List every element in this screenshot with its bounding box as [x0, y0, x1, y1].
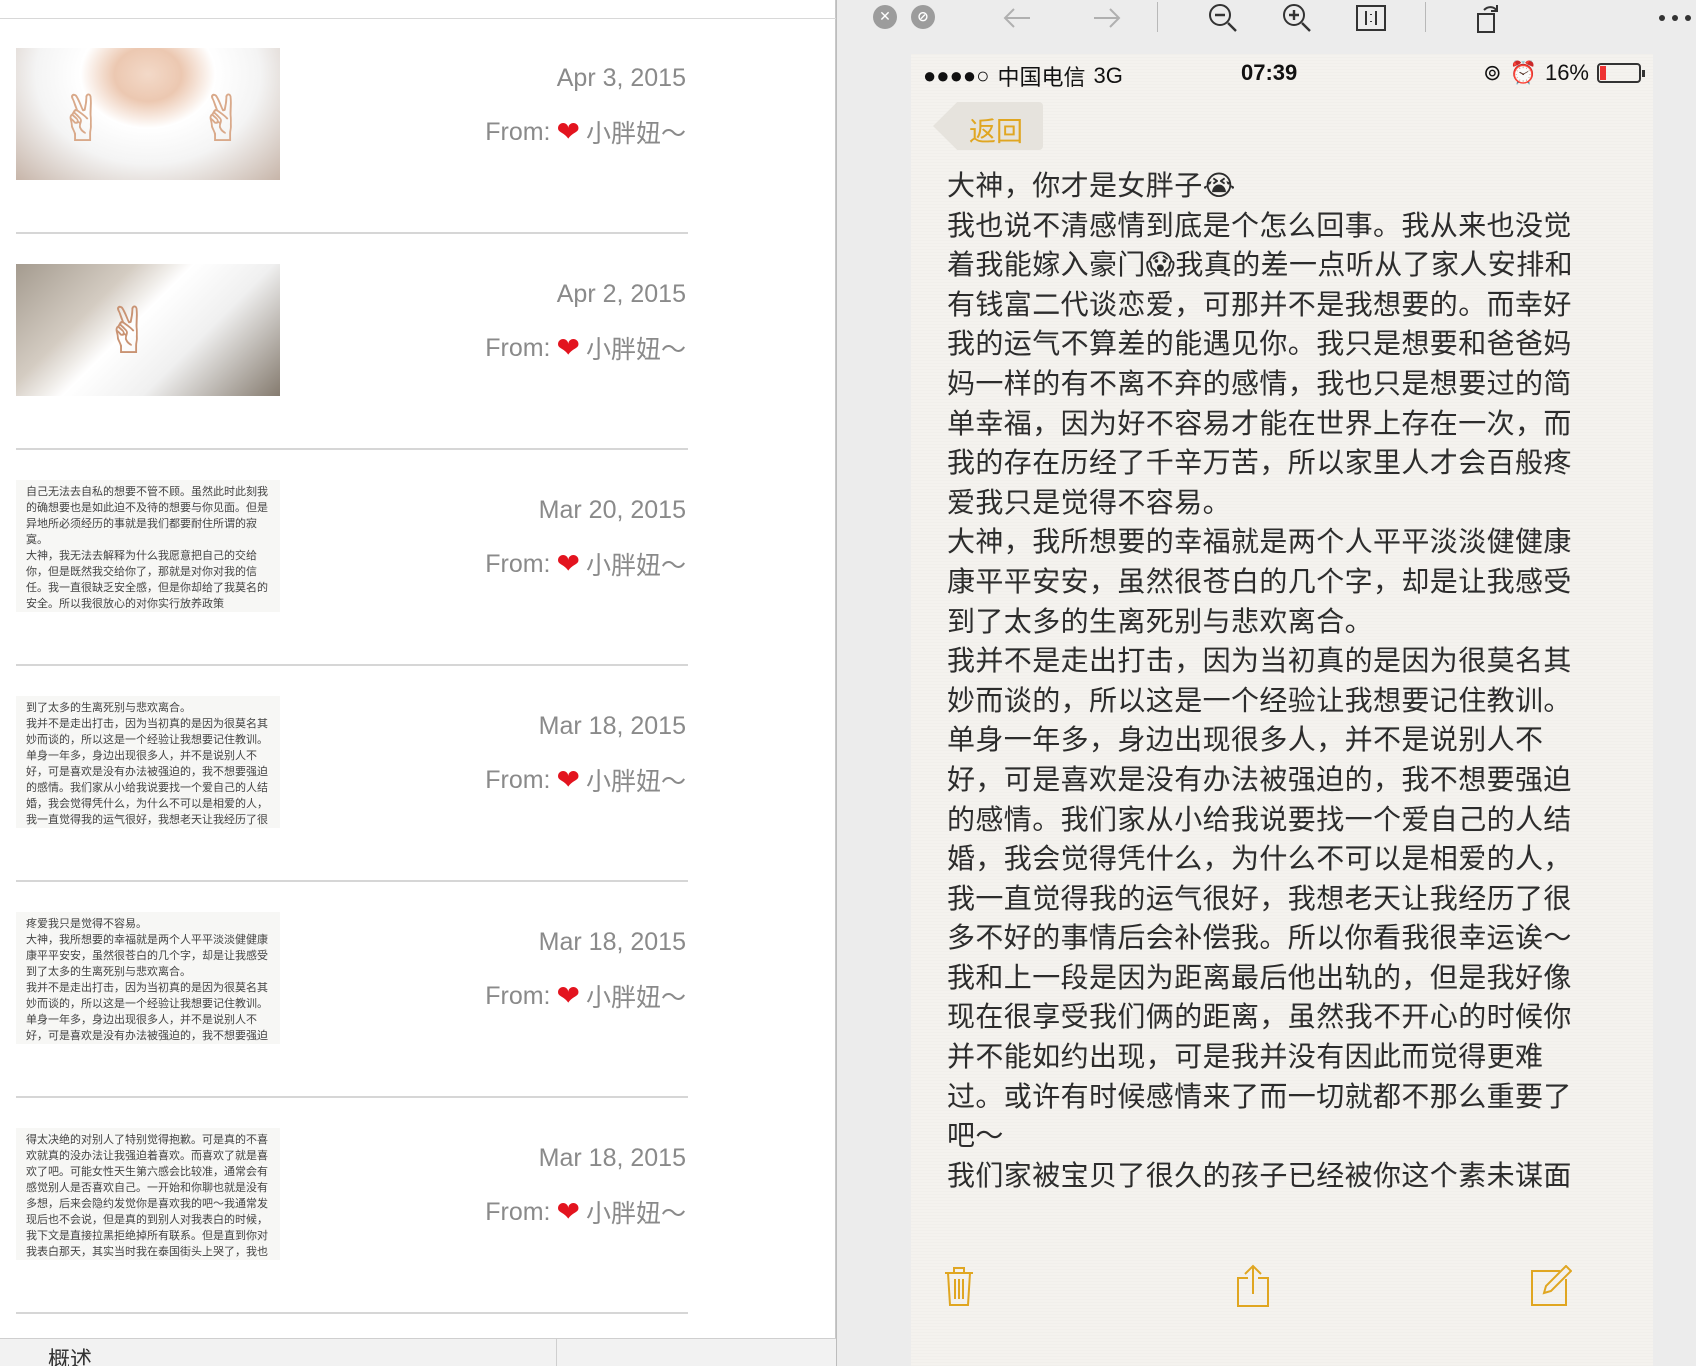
- carrier-label: 中国电信: [997, 65, 1086, 90]
- preview-toolbar: ✕ ⊘: [837, 0, 1696, 36]
- status-bar: ●●●●○ 中国电信 3G 07:39 ⊚ ⏰ 16%: [911, 54, 1653, 90]
- note-paragraph: 大神，你才是女胖子😭: [947, 169, 1236, 202]
- from-label: From:: [485, 765, 551, 794]
- photo-thumbnail: ✌: [16, 264, 280, 396]
- text-thumbnail: 疼爱我只是觉得不容易。 大神，我所想要的幸福就是两个人平平淡淡健健康 康平平安安…: [16, 912, 280, 1044]
- text-thumbnail: 得太决绝的对别人了特别觉得抱歉。可是真的不喜 欢就真的没办法让我强迫着喜欢。而喜…: [16, 1128, 280, 1260]
- list-item[interactable]: 自己无法去自私的想要不管不顾。虽然此时此刻我 的确想要也是如此迫不及待的想要与你…: [0, 450, 700, 666]
- battery-percent: 16%: [1544, 60, 1589, 85]
- phone-screenshot: ●●●●○ 中国电信 3G 07:39 ⊚ ⏰ 16% 返回 大神，你才是女胖子…: [911, 54, 1653, 1366]
- thumbnail-text: 到了太多的生离死别与悲欢离合。 我并不是走出打击，因为当初真的是因为很莫名其 妙…: [26, 701, 268, 826]
- from-label: From:: [485, 549, 551, 578]
- list-item[interactable]: 到了太多的生离死别与悲欢离合。 我并不是走出打击，因为当初真的是因为很莫名其 妙…: [0, 666, 700, 882]
- message-date: Apr 2, 2015: [556, 280, 686, 308]
- photo-thumbnail: ✌ ✌: [16, 48, 280, 180]
- message-date: Mar 18, 2015: [538, 712, 686, 740]
- rotate-icon[interactable]: [1469, 2, 1509, 34]
- thumbnail-text: 疼爱我只是觉得不容易。 大神，我所想要的幸福就是两个人平平淡淡健健康 康平平安安…: [26, 917, 268, 1042]
- note-content: 大神，你才是女胖子😭 我也说不清感情到底是个怎么回事。我从来也没觉着我能嫁入豪门…: [947, 166, 1587, 1195]
- note-paragraph: 大神，我所想要的幸福就是两个人平平淡淡健健康康平平安安，虽然很苍白的几个字，却是…: [947, 525, 1572, 638]
- actual-size-icon[interactable]: [1351, 2, 1391, 34]
- battery-icon: [1597, 63, 1645, 83]
- thumbnail-text: 得太决绝的对别人了特别觉得抱歉。可是真的不喜 欢就真的没办法让我强迫着喜欢。而喜…: [26, 1133, 268, 1258]
- status-left: ●●●●○ 中国电信 3G: [923, 60, 1123, 92]
- sender-name: 小胖妞～: [585, 336, 686, 364]
- text-thumbnail: 自己无法去自私的想要不管不顾。虽然此时此刻我 的确想要也是如此迫不及待的想要与你…: [16, 480, 280, 612]
- alarm-icon: ⏰: [1509, 60, 1537, 85]
- forward-arrow-icon[interactable]: [1087, 2, 1127, 34]
- sender-name: 小胖妞～: [585, 552, 686, 580]
- from-label: From:: [485, 981, 551, 1010]
- back-button-label: 返回: [969, 117, 1023, 148]
- bottom-bar-divider: [556, 1339, 557, 1366]
- minimize-icon[interactable]: ⊘: [911, 5, 935, 29]
- status-time: 07:39: [1241, 60, 1298, 85]
- toolbar-divider: [1425, 2, 1426, 32]
- sender-name: 小胖妞～: [585, 120, 686, 148]
- message-sender: From: ❤ 小胖妞～: [485, 978, 686, 1014]
- compose-icon[interactable]: [1527, 1262, 1575, 1310]
- battery-fill: [1600, 66, 1606, 80]
- image-preview-window: ✕ ⊘ ●●●●○ 中国电信 3G 07:39 ⊚ ⏰ 16% 返回 大神，你才…: [836, 0, 1696, 1366]
- heart-icon: ❤: [556, 980, 580, 1011]
- from-label: From:: [485, 1197, 551, 1226]
- message-date: Mar 20, 2015: [538, 496, 686, 524]
- heart-icon: ❤: [556, 764, 580, 795]
- peace-sign-icon: ✌: [56, 83, 110, 157]
- row-divider: [16, 1312, 688, 1314]
- bottom-bar: 概述: [0, 1338, 836, 1366]
- heart-icon: ❤: [556, 1196, 580, 1227]
- note-paragraph: 我和上一段是因为距离最后他出轨的，但是我好像现在很享受我们俩的距离，虽然我不开心…: [947, 960, 1572, 1153]
- peace-sign-icon: ✌: [196, 83, 250, 157]
- overview-tab[interactable]: 概述: [48, 1342, 92, 1366]
- more-icon[interactable]: [1655, 2, 1695, 34]
- heart-icon: ❤: [556, 548, 580, 579]
- note-toolbar: [911, 1252, 1653, 1366]
- status-right: ⊚ ⏰ 16%: [1483, 60, 1645, 86]
- message-list-window: ✌ ✌ Apr 3, 2015 From: ❤ 小胖妞～ ✌ Apr 2, 20…: [0, 0, 836, 1338]
- sender-name: 小胖妞～: [585, 768, 686, 796]
- list-item[interactable]: 疼爱我只是觉得不容易。 大神，我所想要的幸福就是两个人平平淡淡健健康 康平平安安…: [0, 882, 700, 1098]
- note-paragraph: 我并不是走出打击，因为当初真的是因为很莫名其妙而谈的，所以这是一个经验让我想要记…: [947, 644, 1572, 955]
- heart-icon: ❤: [556, 116, 580, 147]
- note-paragraph: 我们家被宝贝了很久的孩子已经被你这个素未谋面: [947, 1158, 1572, 1192]
- note-paragraph: 我也说不清感情到底是个怎么回事。我从来也没觉着我能嫁入豪门😱我真的差一点听从了家…: [947, 208, 1573, 519]
- peace-sign-icon: ✌: [102, 295, 156, 369]
- close-icon[interactable]: ✕: [873, 5, 897, 29]
- message-sender: From: ❤ 小胖妞～: [485, 1194, 686, 1230]
- toolbar-divider: [1157, 2, 1158, 32]
- thumbnail-text: 自己无法去自私的想要不管不顾。虽然此时此刻我 的确想要也是如此迫不及待的想要与你…: [26, 485, 268, 610]
- signal-icon: ●●●●○: [923, 63, 990, 88]
- message-sender: From: ❤ 小胖妞～: [485, 762, 686, 798]
- list-item[interactable]: ✌ Apr 2, 2015 From: ❤ 小胖妞～: [0, 234, 700, 450]
- list-item[interactable]: ✌ ✌ Apr 3, 2015 From: ❤ 小胖妞～: [0, 18, 700, 234]
- message-date: Apr 3, 2015: [556, 64, 686, 92]
- back-button[interactable]: 返回: [933, 102, 1043, 150]
- zoom-out-icon[interactable]: [1203, 2, 1243, 34]
- message-sender: From: ❤ 小胖妞～: [485, 546, 686, 582]
- heart-icon: ❤: [556, 332, 580, 363]
- from-label: From:: [485, 117, 551, 146]
- back-arrow-icon[interactable]: [997, 2, 1037, 34]
- message-date: Mar 18, 2015: [538, 928, 686, 956]
- rotation-lock-icon: ⊚: [1483, 60, 1502, 85]
- trash-icon[interactable]: [935, 1262, 983, 1310]
- message-date: Mar 18, 2015: [538, 1144, 686, 1172]
- list-item[interactable]: 得太决绝的对别人了特别觉得抱歉。可是真的不喜 欢就真的没办法让我强迫着喜欢。而喜…: [0, 1098, 700, 1314]
- sender-name: 小胖妞～: [585, 984, 686, 1012]
- sender-name: 小胖妞～: [585, 1200, 686, 1228]
- zoom-in-icon[interactable]: [1277, 2, 1317, 34]
- from-label: From:: [485, 333, 551, 362]
- text-thumbnail: 到了太多的生离死别与悲欢离合。 我并不是走出打击，因为当初真的是因为很莫名其 妙…: [16, 696, 280, 828]
- message-sender: From: ❤ 小胖妞～: [485, 114, 686, 150]
- message-sender: From: ❤ 小胖妞～: [485, 330, 686, 366]
- network-label: 3G: [1093, 63, 1123, 88]
- share-icon[interactable]: [1229, 1262, 1277, 1310]
